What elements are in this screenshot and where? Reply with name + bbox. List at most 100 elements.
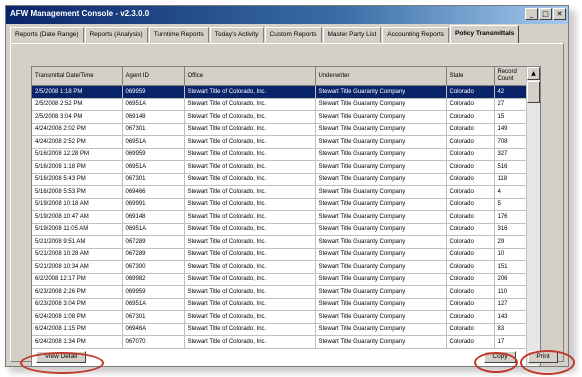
cell-record-count: 516 [494, 160, 530, 174]
close-button[interactable]: ✕ [553, 8, 566, 20]
cell-office: Stewart Title of Colorado, Inc. [184, 323, 316, 336]
table-row[interactable]: 5/19/2008 10:18 AM 069991 Stewart Title of… [32, 198, 530, 211]
cell-underwriter: Stewart Title Guaranty Company [315, 223, 447, 236]
scroll-thumb[interactable] [527, 81, 540, 103]
cell-state: Colorado [446, 310, 495, 324]
cell-underwriter: Stewart Title Guaranty Company [315, 235, 447, 249]
column-header-transmittal-date[interactable]: Transmittal Date/Time [32, 67, 123, 86]
cell-date: 5/21/2008 10:28 AM [32, 248, 123, 261]
table-row[interactable]: 5/19/2008 11:05 AM 06951A Stewart Title of… [32, 223, 530, 236]
cell-agent-id: 06951A [122, 298, 185, 311]
cell-state: Colorado [446, 273, 495, 286]
cell-office: Stewart Title of Colorado, Inc. [184, 185, 316, 199]
cell-agent-id: 067070 [122, 335, 185, 349]
title-bar[interactable]: AFW Management Console - v2.3.0.0 _ □ ✕ [6, 6, 568, 24]
cell-underwriter: Stewart Title Guaranty Company [315, 310, 447, 324]
transmittals-grid[interactable]: Transmittal Date/Time Agent ID Office Un… [31, 66, 541, 366]
table-row[interactable]: 5/16/2008 12:28 PM 069959 Stewart Title of… [32, 148, 530, 161]
cell-date: 5/19/2008 11:05 AM [32, 223, 123, 236]
cell-office: Stewart Title of Colorado, Inc. [184, 335, 316, 349]
cell-agent-id: 069959 [122, 148, 185, 161]
cell-underwriter: Stewart Title Guaranty Company [315, 198, 447, 211]
table-row[interactable]: 5/16/2008 5:43 PM 067301 Stewart Title of … [32, 173, 530, 186]
cell-office: Stewart Title of Colorado, Inc. [184, 298, 316, 311]
cell-office: Stewart Title of Colorado, Inc. [184, 285, 316, 299]
tab-reports-date-range[interactable]: Reports (Date Range) [10, 27, 84, 43]
cell-state: Colorado [446, 198, 495, 211]
vertical-scrollbar[interactable]: ▲ ▼ [526, 67, 540, 366]
cell-office: Stewart Title of Colorado, Inc. [184, 310, 316, 324]
cell-agent-id: 067301 [122, 123, 185, 136]
tab-turntime-reports[interactable]: Turntime Reports [148, 27, 209, 43]
cell-underwriter: Stewart Title Guaranty Company [315, 160, 447, 174]
tab-panel: Transmittal Date/Time Agent ID Office Un… [10, 43, 564, 366]
cell-office: Stewart Title of Colorado, Inc. [184, 123, 316, 136]
table-row[interactable]: 5/16/2008 1:18 PM 06951A Stewart Title of … [32, 160, 530, 174]
cell-underwriter: Stewart Title Guaranty Company [315, 285, 447, 299]
cell-record-count: 83 [494, 323, 530, 336]
cell-date: 2/5/2008 2:52 PM [32, 98, 123, 111]
column-header-record-count[interactable]: Record Count [494, 67, 530, 86]
tab-policy-transmittals[interactable]: Policy Transmittals [450, 25, 520, 44]
column-header-office[interactable]: Office [184, 67, 316, 86]
tab-master-party-list[interactable]: Master Party List [322, 27, 382, 43]
column-header-underwriter[interactable]: Underwriter [315, 67, 447, 86]
cell-underwriter: Stewart Title Guaranty Company [315, 110, 447, 124]
cell-state: Colorado [446, 323, 495, 336]
table-row[interactable]: 2/5/2008 3:04 PM 069148 Stewart Title of C… [32, 110, 530, 124]
table-row[interactable]: 5/21/2008 9:51 AM 067289 Stewart Title of … [32, 235, 530, 249]
cell-underwriter: Stewart Title Guaranty Company [315, 85, 447, 99]
cell-date: 5/19/2008 10:18 AM [32, 198, 123, 211]
cell-record-count: 206 [494, 273, 530, 286]
scroll-up-icon[interactable]: ▲ [527, 67, 540, 80]
tab-reports-analysis[interactable]: Reports (Analysis) [84, 27, 148, 43]
cell-office: Stewart Title of Colorado, Inc. [184, 198, 316, 211]
table-row[interactable]: 4/24/2008 2:52 PM 06951A Stewart Title of … [32, 135, 530, 149]
cell-state: Colorado [446, 223, 495, 236]
cell-date: 6/2/2008 12:17 PM [32, 273, 123, 286]
table-row[interactable]: 4/24/2008 2:02 PM 067301 Stewart Title of … [32, 123, 530, 136]
cell-underwriter: Stewart Title Guaranty Company [315, 323, 447, 336]
cell-record-count: 17 [494, 335, 530, 349]
cell-office: Stewart Title of Colorado, Inc. [184, 160, 316, 174]
cell-underwriter: Stewart Title Guaranty Company [315, 135, 447, 149]
tab-accounting-reports[interactable]: Accounting Reports [382, 27, 450, 43]
table-row[interactable]: 6/2/2008 12:17 PM 069982 Stewart Title of … [32, 273, 530, 286]
cell-office: Stewart Title of Colorado, Inc. [184, 110, 316, 124]
table-row[interactable]: 6/23/2008 2:26 PM 069959 Stewart Title of … [32, 285, 530, 299]
table-row[interactable]: 5/21/2008 10:28 AM 067289 Stewart Title of… [32, 248, 530, 261]
table-row[interactable]: 6/24/2008 1:34 PM 067070 Stewart Title of … [32, 335, 530, 349]
table-row[interactable]: 5/21/2008 10:34 AM 067300 Stewart Title of… [32, 260, 530, 274]
cell-date: 6/24/2008 1:34 PM [32, 335, 123, 349]
tab-custom-reports[interactable]: Custom Reports [264, 27, 322, 43]
table-row[interactable]: 6/24/2008 1:15 PM 06946A Stewart Title of … [32, 323, 530, 336]
minimize-button[interactable]: _ [525, 8, 538, 20]
table-row[interactable]: 6/23/2008 3:04 PM 06951A Stewart Title of … [32, 298, 530, 311]
table-row[interactable]: 5/19/2008 10:47 AM 069148 Stewart Title of… [32, 210, 530, 224]
cell-record-count: 316 [494, 223, 530, 236]
cell-agent-id: 06951A [122, 160, 185, 174]
maximize-button[interactable]: □ [539, 8, 552, 20]
cell-office: Stewart Title of Colorado, Inc. [184, 173, 316, 186]
table-row[interactable]: 2/5/2008 1:18 PM 069959 Stewart Title of C… [32, 85, 530, 99]
cell-office: Stewart Title of Colorado, Inc. [184, 98, 316, 111]
cell-state: Colorado [446, 148, 495, 161]
cell-agent-id: 067301 [122, 310, 185, 324]
cell-state: Colorado [446, 98, 495, 111]
cell-date: 5/16/2008 5:43 PM [32, 173, 123, 186]
cell-date: 6/23/2008 3:04 PM [32, 298, 123, 311]
table-row[interactable]: 5/16/2008 5:53 PM 069466 Stewart Title of … [32, 185, 530, 199]
cell-state: Colorado [446, 173, 495, 186]
cell-office: Stewart Title of Colorado, Inc. [184, 148, 316, 161]
table-row[interactable]: 2/5/2008 2:52 PM 06951A Stewart Title of C… [32, 98, 530, 111]
cell-underwriter: Stewart Title Guaranty Company [315, 148, 447, 161]
table-row[interactable]: 6/24/2008 1:08 PM 067301 Stewart Title of … [32, 310, 530, 324]
cell-record-count: 708 [494, 135, 530, 149]
tab-todays-activity[interactable]: Today's Activity [209, 27, 264, 43]
column-header-state[interactable]: State [446, 67, 495, 86]
column-header-agent-id[interactable]: Agent ID [122, 67, 185, 86]
cell-underwriter: Stewart Title Guaranty Company [315, 210, 447, 224]
cell-agent-id: 067289 [122, 235, 185, 249]
cell-state: Colorado [446, 248, 495, 261]
cell-underwriter: Stewart Title Guaranty Company [315, 260, 447, 274]
